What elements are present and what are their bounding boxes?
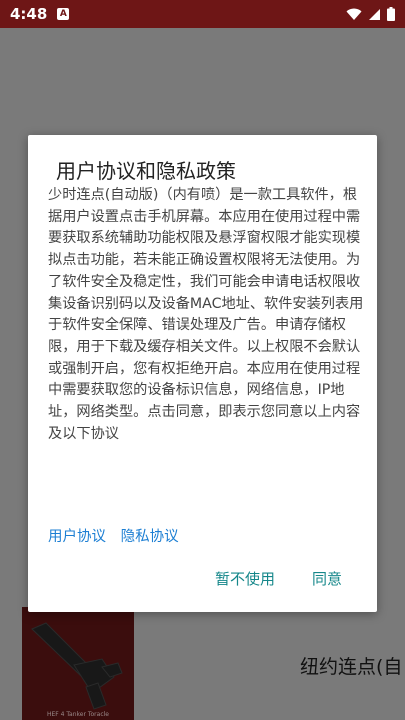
app-thumbnail[interactable]: HEF 4 Tanker Toracle bbox=[22, 607, 134, 720]
battery-icon bbox=[387, 7, 395, 21]
agree-button[interactable]: 同意 bbox=[312, 568, 342, 589]
background-app-title: 纽约连点(自 bbox=[300, 656, 403, 678]
agreement-links: 用户协议 隐私协议 bbox=[48, 525, 189, 546]
dialog-body-text: 少时连点(自动版)（内有喷）是一款工具软件，根据用户设置点击手机屏幕。本应用在使… bbox=[48, 187, 364, 442]
notification-icon: A bbox=[57, 8, 70, 20]
dialog-actions: 暂不使用 同意 bbox=[28, 568, 377, 598]
status-icons bbox=[346, 7, 395, 21]
wifi-icon bbox=[346, 8, 362, 20]
gun-illustration bbox=[22, 607, 134, 720]
dialog-title: 用户协议和隐私政策 bbox=[56, 159, 236, 183]
privacy-dialog: 用户协议和隐私政策 少时连点(自动版)（内有喷）是一款工具软件，根据用户设置点击… bbox=[28, 135, 377, 612]
user-agreement-link[interactable]: 用户协议 bbox=[48, 529, 106, 545]
status-time: 4:48 bbox=[10, 5, 48, 23]
thumbnail-caption: HEF 4 Tanker Toracle bbox=[47, 711, 109, 718]
decline-button[interactable]: 暂不使用 bbox=[215, 568, 275, 589]
privacy-policy-link[interactable]: 隐私协议 bbox=[121, 529, 179, 545]
status-bar: 4:48 A bbox=[0, 0, 405, 28]
signal-icon bbox=[369, 8, 380, 20]
